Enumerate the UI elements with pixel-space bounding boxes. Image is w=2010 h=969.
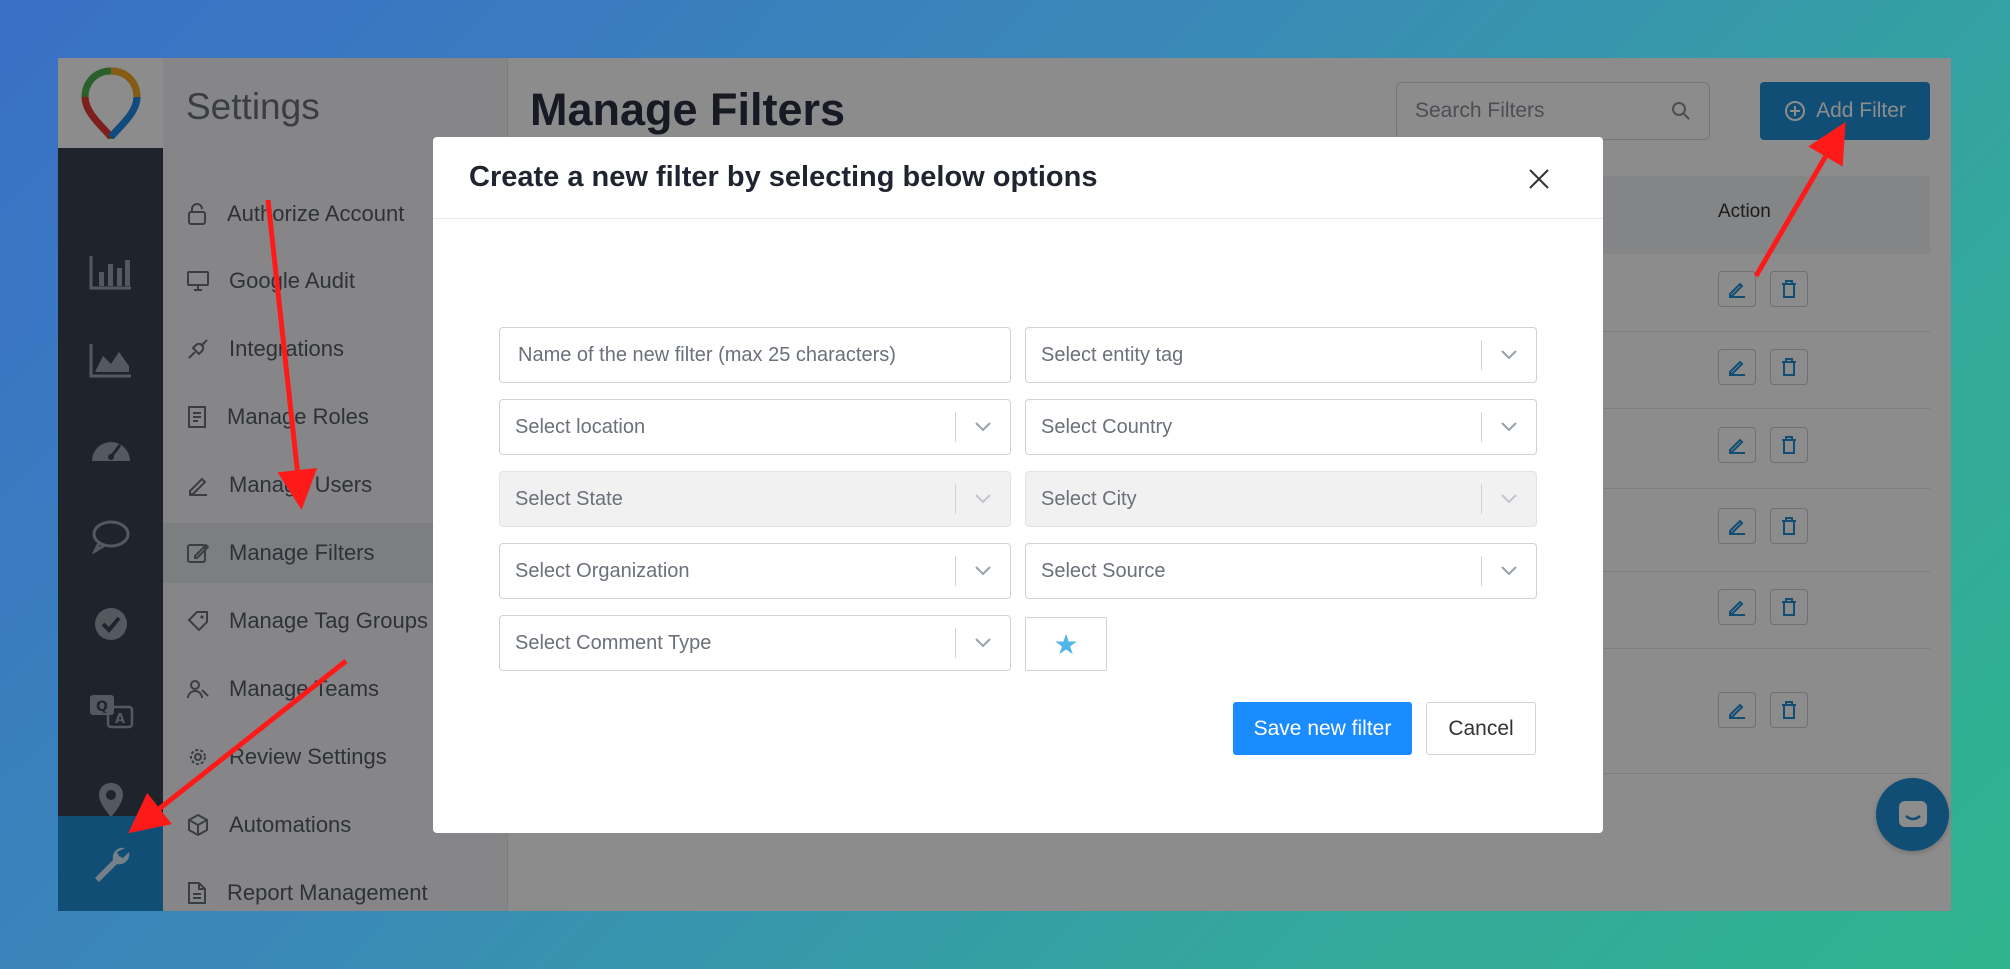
star-icon: ★ [1053, 628, 1079, 660]
modal-header: Create a new filter by selecting below o… [433, 137, 1603, 219]
modal-title: Create a new filter by selecting below o… [469, 161, 1098, 193]
location-placeholder: Select location [515, 415, 646, 438]
chevron-down-icon [1482, 494, 1536, 504]
cancel-button[interactable]: Cancel [1426, 702, 1536, 755]
entity-tag-select[interactable]: Select entity tag [1025, 327, 1537, 383]
city-select: Select City [1025, 471, 1537, 527]
entity-tag-placeholder: Select entity tag [1041, 343, 1184, 366]
source-placeholder: Select Source [1041, 559, 1166, 582]
create-filter-modal: Create a new filter by selecting below o… [433, 137, 1603, 833]
source-select[interactable]: Select Source [1025, 543, 1537, 599]
country-select[interactable]: Select Country [1025, 399, 1537, 455]
organization-select[interactable]: Select Organization [499, 543, 1011, 599]
chevron-down-icon[interactable] [956, 638, 1010, 648]
state-placeholder: Select State [515, 487, 623, 510]
chevron-down-icon[interactable] [1482, 422, 1536, 432]
star-rating-button[interactable]: ★ [1025, 617, 1107, 671]
chevron-down-icon[interactable] [1482, 350, 1536, 360]
close-button[interactable] [1519, 159, 1559, 199]
location-select[interactable]: Select location [499, 399, 1011, 455]
chevron-down-icon[interactable] [1482, 566, 1536, 576]
filter-name-placeholder: Name of the new filter (max 25 character… [518, 343, 896, 366]
close-icon [1529, 169, 1549, 189]
state-select: Select State [499, 471, 1011, 527]
chevron-down-icon[interactable] [956, 566, 1010, 576]
filter-name-input[interactable]: Name of the new filter (max 25 character… [499, 327, 1011, 383]
comment-type-select[interactable]: Select Comment Type [499, 615, 1011, 671]
chevron-down-icon [956, 494, 1010, 504]
save-new-filter-button[interactable]: Save new filter [1233, 702, 1412, 755]
city-placeholder: Select City [1041, 487, 1137, 510]
country-placeholder: Select Country [1041, 415, 1173, 438]
chevron-down-icon[interactable] [956, 422, 1010, 432]
organization-placeholder: Select Organization [515, 559, 690, 582]
comment-type-placeholder: Select Comment Type [515, 631, 712, 654]
